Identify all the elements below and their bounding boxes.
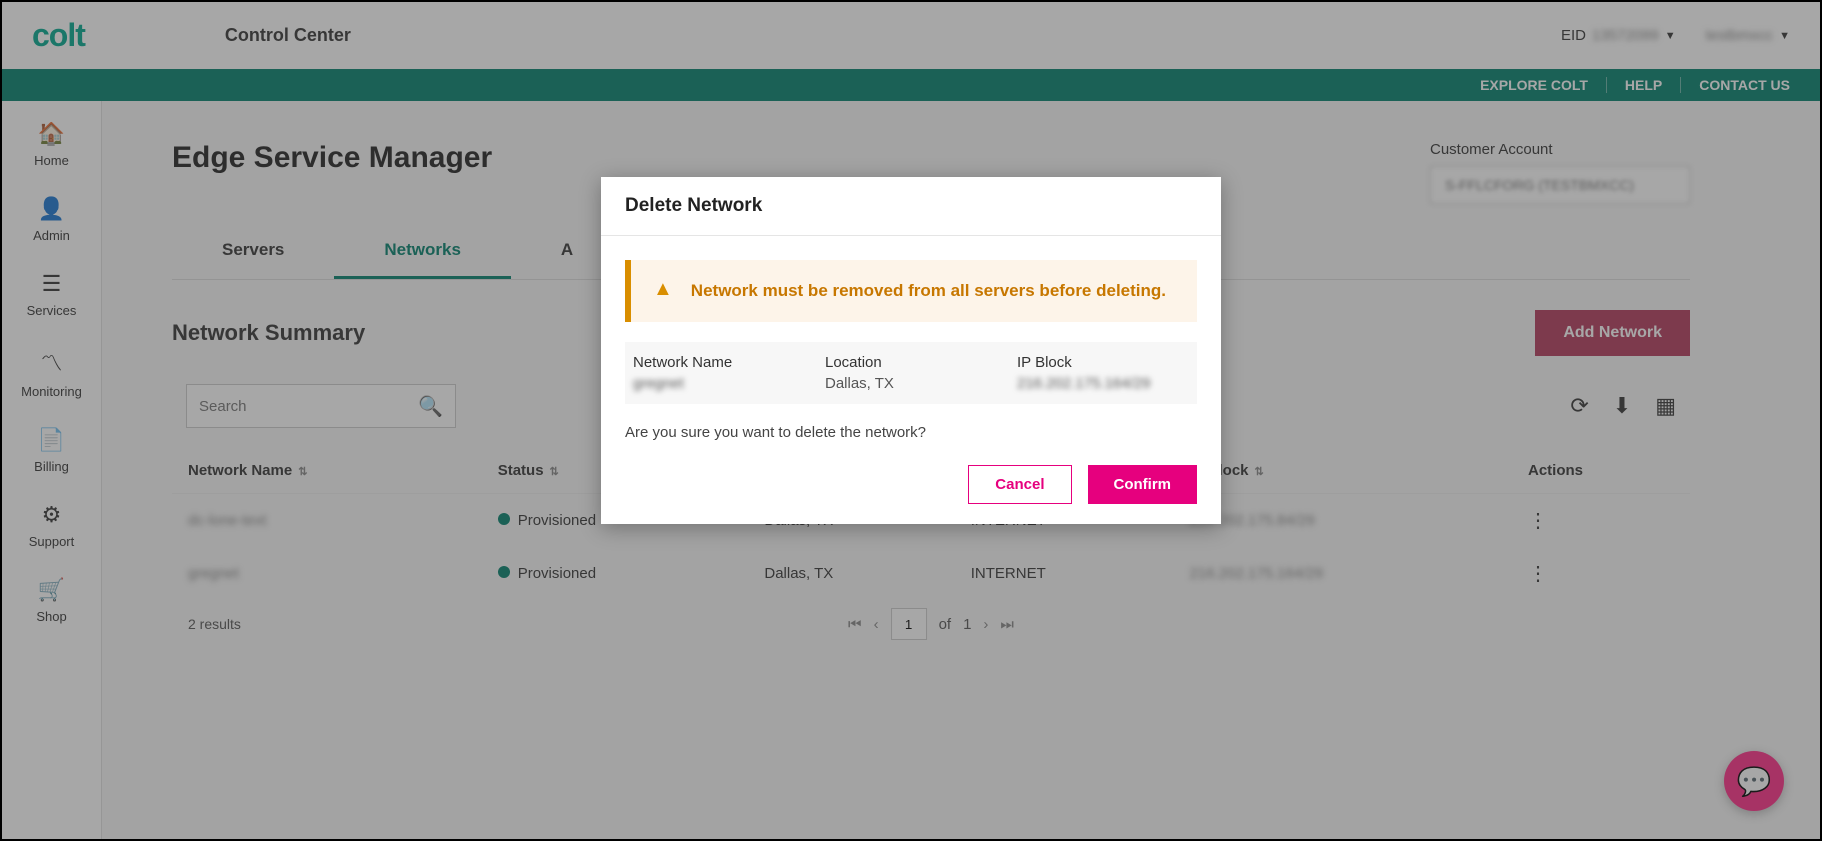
info-label-ip: IP Block — [1017, 354, 1189, 371]
info-label-name: Network Name — [633, 354, 805, 371]
info-value-ip: 216.202.175.164/29 — [1017, 375, 1189, 392]
warning-box: ▲ Network must be removed from all serve… — [625, 260, 1197, 322]
network-info: Network Name Location IP Block gregnet D… — [625, 342, 1197, 404]
warning-message: Network must be removed from all servers… — [691, 278, 1166, 304]
confirm-button[interactable]: Confirm — [1088, 465, 1198, 504]
confirm-text: Are you sure you want to delete the netw… — [625, 424, 1197, 441]
modal-overlay[interactable]: Delete Network ▲ Network must be removed… — [2, 2, 1820, 839]
info-label-location: Location — [825, 354, 997, 371]
warning-icon: ▲ — [653, 278, 673, 304]
delete-network-modal: Delete Network ▲ Network must be removed… — [601, 177, 1221, 524]
info-value-location: Dallas, TX — [825, 375, 997, 392]
info-value-name: gregnet — [633, 375, 805, 392]
cancel-button[interactable]: Cancel — [968, 465, 1071, 504]
modal-title: Delete Network — [625, 195, 1197, 217]
